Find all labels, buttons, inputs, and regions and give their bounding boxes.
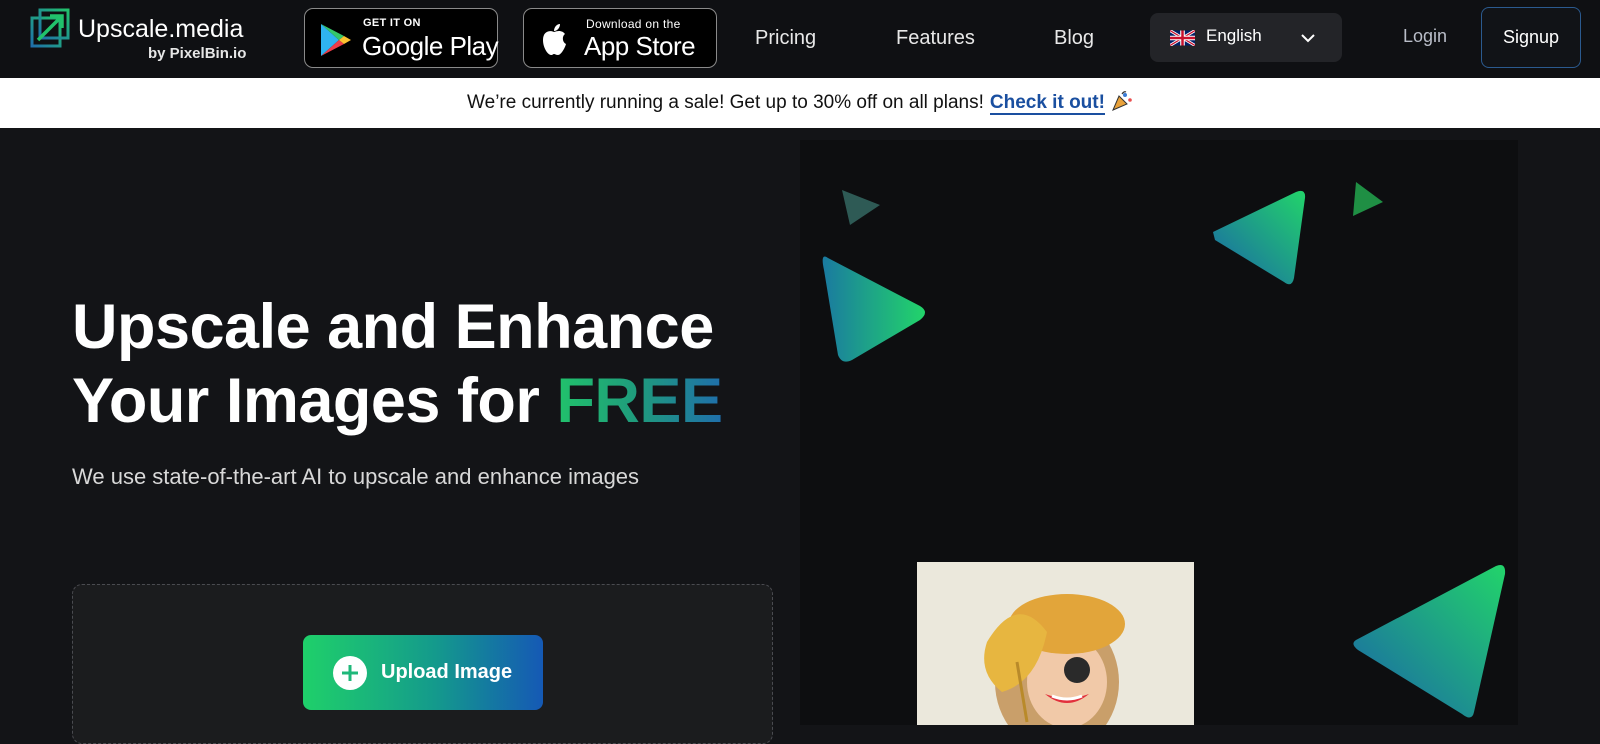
hero-title-prefix: Your Images for bbox=[72, 366, 557, 436]
sample-photo-image bbox=[917, 562, 1194, 725]
hero-subtitle: We use state-of-the-art AI to upscale an… bbox=[72, 464, 640, 489]
woman-with-leaf-illustration bbox=[917, 562, 1194, 725]
hero-title-line-1: Upscale and Enhance bbox=[72, 292, 714, 362]
decor-triangle-large-left bbox=[822, 256, 925, 362]
upload-image-label: Upload Image bbox=[381, 661, 513, 683]
hero-title-highlight: FREE bbox=[556, 366, 723, 436]
upload-image-button[interactable]: Upload Image bbox=[303, 635, 543, 710]
plus-icon bbox=[333, 656, 367, 690]
decor-triangle-small-gray bbox=[842, 190, 880, 225]
decor-triangle-bottom-right bbox=[1353, 565, 1506, 718]
hero-title-line-2: Your Images for FREE bbox=[72, 364, 792, 438]
decor-triangle-top bbox=[1213, 190, 1306, 285]
decor-triangle-small-green bbox=[1353, 182, 1383, 216]
upload-dropzone[interactable]: Upload Image bbox=[72, 584, 773, 744]
hero-title: Upscale and Enhance Your Images for FREE bbox=[72, 290, 792, 438]
